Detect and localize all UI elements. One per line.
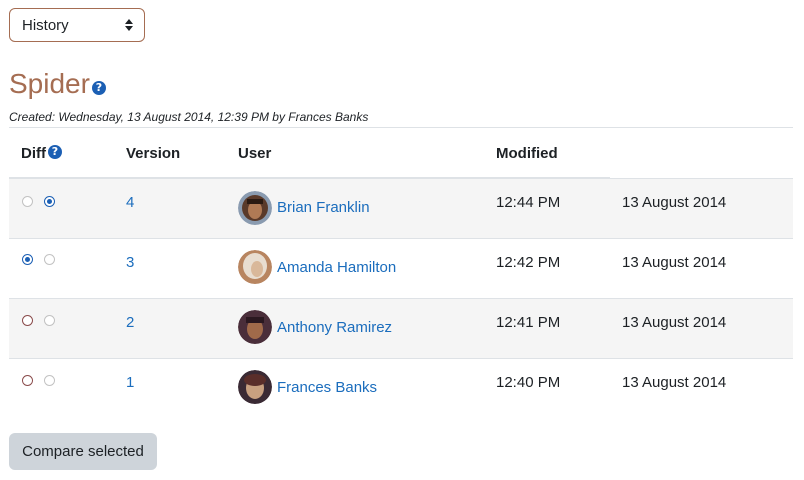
diff-radio-new[interactable] [44,196,55,207]
version-link[interactable]: 1 [126,374,134,391]
modified-column-header: Modified [496,145,558,162]
user-link[interactable]: Anthony Ramirez [277,319,392,336]
modified-date: 13 August 2014 [622,374,727,391]
table-row: 3 Amanda Hamilton 12:42 PM 13 August 201… [9,238,793,298]
modified-time: 12:40 PM [496,374,561,391]
avatar [238,250,272,284]
modified-date: 13 August 2014 [622,314,727,331]
created-info: Created: Wednesday, 13 August 2014, 12:3… [9,110,369,124]
avatar [238,310,272,344]
version-link[interactable]: 2 [126,314,134,331]
diff-radio-old[interactable] [22,375,33,386]
table-row: 4 Brian Franklin 12:44 PM 13 August 2014 [9,178,793,238]
page-title-text: Spider [9,68,90,99]
table-row: 2 Anthony Ramirez 12:41 PM 13 August 201… [9,298,793,358]
version-link[interactable]: 4 [126,194,134,211]
diff-radio-old[interactable] [22,254,33,265]
diff-radio-old[interactable] [22,196,33,207]
avatar [238,191,272,225]
select-arrows-icon [125,19,133,31]
modified-time: 12:42 PM [496,254,561,271]
modified-date: 13 August 2014 [622,254,727,271]
modified-date: 13 August 2014 [622,194,727,211]
history-select-value: History [22,17,69,34]
page-title: Spider? [9,66,106,102]
table-top-border [9,127,793,128]
history-select[interactable]: History [9,8,145,42]
diff-header-label: Diff [21,145,46,162]
table-row: 1 Frances Banks 12:40 PM 13 August 2014 [9,358,793,418]
version-column-header: Version [126,145,181,162]
diff-radio-new[interactable] [44,315,55,326]
diff-column-header: Diff? [21,145,62,162]
diff-radio-new[interactable] [44,254,55,265]
compare-selected-button[interactable]: Compare selected [9,433,157,470]
avatar [238,370,272,404]
diff-help-icon[interactable]: ? [48,145,62,160]
version-link[interactable]: 3 [126,254,134,271]
modified-time: 12:41 PM [496,314,561,331]
help-icon[interactable]: ? [91,80,106,95]
user-link[interactable]: Amanda Hamilton [277,259,396,276]
user-link[interactable]: Frances Banks [277,379,377,396]
diff-radio-old[interactable] [22,315,33,326]
user-link[interactable]: Brian Franklin [277,199,370,216]
diff-radio-new[interactable] [44,375,55,386]
user-column-header: User [238,145,272,162]
modified-time: 12:44 PM [496,194,561,211]
